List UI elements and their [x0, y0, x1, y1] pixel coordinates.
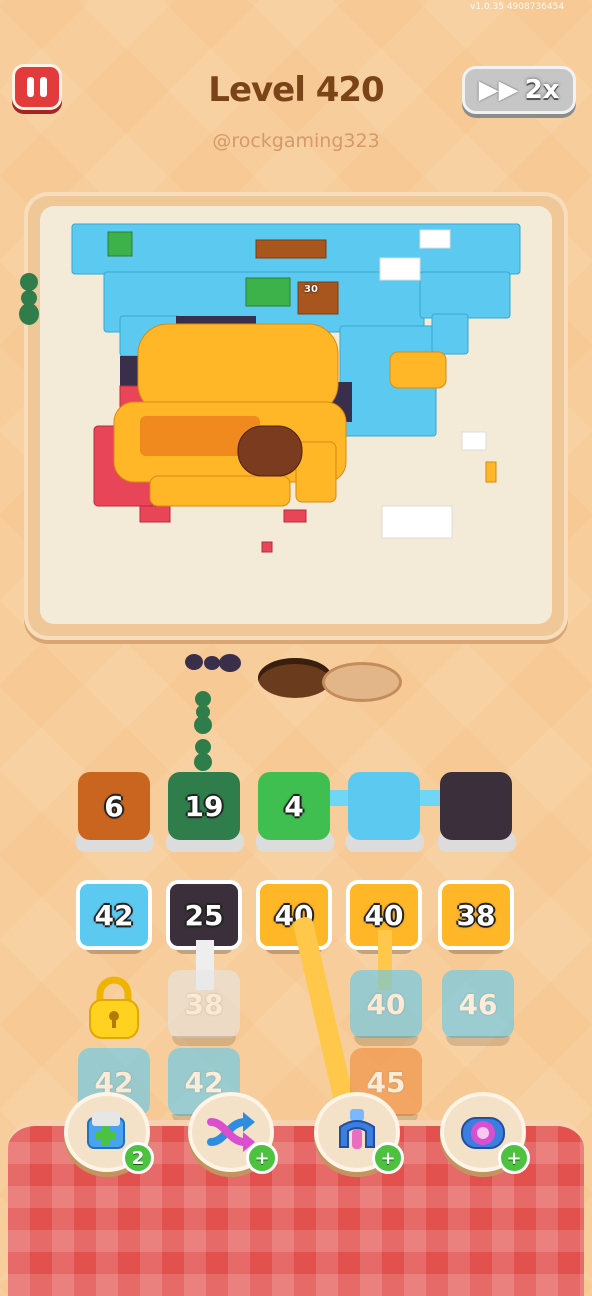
ant-tile[interactable]: 4	[258, 772, 330, 848]
booster-count-badge: 2	[122, 1142, 154, 1174]
puzzle-board: 30	[40, 206, 552, 624]
add-slot-booster[interactable]: 2	[64, 1092, 154, 1174]
green-ant-icon	[19, 273, 39, 325]
speed-button[interactable]: ▶▶ 2x	[462, 66, 576, 114]
shuffle-booster[interactable]: +	[188, 1092, 278, 1174]
nest-lid	[322, 662, 402, 702]
ant-tile[interactable]	[348, 772, 420, 848]
ant-tile[interactable]: 42	[76, 880, 152, 954]
ant-nest-hole	[258, 658, 332, 698]
ant-tile[interactable]	[440, 772, 512, 848]
status-text: v1.0.35 4908736454	[470, 2, 565, 12]
claw-booster[interactable]: +	[314, 1092, 404, 1174]
ant-tile[interactable]: 19	[168, 772, 240, 848]
lock-icon[interactable]	[86, 976, 142, 1040]
booster-add-badge: +	[372, 1142, 404, 1174]
ant-tile[interactable]: 40	[256, 880, 332, 954]
speed-label: 2x	[524, 75, 560, 105]
ant-tile[interactable]: 38	[168, 970, 240, 1046]
booster-add-badge: +	[498, 1142, 530, 1174]
green-ant-icon	[194, 691, 212, 734]
board-counter-label: 30	[304, 284, 318, 295]
magnet-booster[interactable]: +	[440, 1092, 530, 1174]
green-ant-icon	[194, 739, 212, 771]
username-watermark: @rockgaming323	[212, 130, 380, 152]
fast-forward-icon: ▶▶	[478, 75, 519, 105]
ant-tile[interactable]: 46	[442, 970, 514, 1046]
booster-add-badge: +	[246, 1142, 278, 1174]
ant-tile[interactable]: 38	[438, 880, 514, 954]
purple-ant-icon	[185, 654, 241, 672]
ant-tile[interactable]: 40	[350, 970, 422, 1046]
ant-tile[interactable]: 6	[78, 772, 150, 848]
pixel-art-picture	[71, 223, 521, 553]
